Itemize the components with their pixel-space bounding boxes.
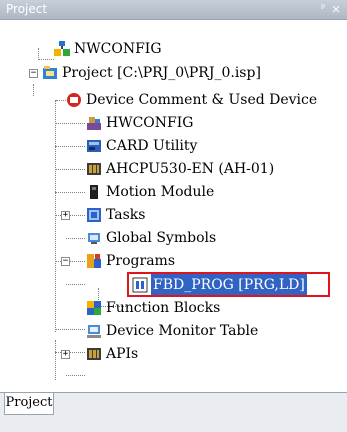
hwconfig-icon	[87, 117, 101, 130]
tree-node-device-monitor[interactable]: Device Monitor Table	[0, 320, 347, 342]
project-tree: NWCONFIG − Project [C:\PRJ_0\PRJ_0.isp] …	[0, 20, 347, 392]
tree-node-cpu[interactable]: AHCPU530-EN (AH-01)	[0, 158, 347, 180]
pin-icon[interactable]: ᵖ	[321, 4, 329, 14]
programs-icon	[87, 254, 101, 268]
tree-node-label: AHCPU530-EN (AH-01)	[106, 161, 275, 177]
card-utility-icon	[87, 140, 101, 152]
device-monitor-icon	[87, 325, 101, 338]
expand-icon[interactable]: +	[61, 211, 70, 220]
tree-node-hwconfig[interactable]: HWCONFIG	[0, 112, 347, 134]
tree-node-tasks[interactable]: + Tasks	[0, 204, 347, 226]
panel-tabbar: Project	[0, 392, 347, 432]
tree-node-label: Function Blocks	[106, 300, 221, 316]
panel-titlebar: Project ᵖ ×	[0, 0, 347, 20]
tree-node-label: Device Comment & Used Device	[86, 92, 318, 108]
apis-icon	[87, 348, 101, 360]
global-symbols-icon	[88, 233, 100, 244]
project-icon	[43, 66, 57, 79]
cpu-icon	[87, 163, 101, 175]
function-blocks-icon	[87, 301, 101, 315]
tree-node-label: HWCONFIG	[106, 115, 194, 131]
tree-node-label: Project [C:\PRJ_0\PRJ_0.isp]	[62, 65, 261, 81]
device-comment-icon	[67, 93, 81, 107]
close-icon[interactable]: ×	[330, 2, 342, 16]
tree-line	[66, 375, 85, 376]
tasks-icon	[87, 208, 101, 222]
expand-icon[interactable]: +	[61, 350, 70, 359]
motion-module-icon	[90, 185, 98, 199]
tree-node-global-symbols[interactable]: Global Symbols	[0, 227, 347, 249]
tree-node-label: NWCONFIG	[74, 41, 162, 57]
tab-project[interactable]: Project	[4, 393, 54, 415]
collapse-icon[interactable]: −	[61, 257, 70, 266]
collapse-icon[interactable]: −	[29, 69, 38, 78]
tree-node-label: Global Symbols	[106, 230, 217, 246]
tree-node-project[interactable]: − Project [C:\PRJ_0\PRJ_0.isp]	[0, 62, 347, 84]
tree-node-label: Programs	[106, 253, 176, 269]
tree-node-apis[interactable]: + APIs	[0, 343, 347, 365]
tree-node-device-comment[interactable]: Device Comment & Used Device	[0, 89, 347, 111]
panel-title: Project	[6, 2, 48, 16]
tree-node-programs[interactable]: − Programs	[0, 250, 347, 272]
tree-node-label: CARD Utility	[106, 138, 198, 154]
tree-node-label: Device Monitor Table	[106, 323, 259, 339]
project-panel: Project ᵖ × NWCONFIG − Project [C:\PRJ_0…	[0, 0, 347, 432]
tree-node-card-utility[interactable]: CARD Utility	[0, 135, 347, 157]
tree-node-function-blocks[interactable]: Function Blocks	[0, 297, 347, 319]
tree-node-label: APIs	[106, 346, 139, 362]
highlight-box	[127, 272, 330, 297]
tree-node-label: Tasks	[106, 207, 146, 223]
tree-node-motion-module[interactable]: Motion Module	[0, 181, 347, 203]
nwconfig-icon	[54, 41, 70, 56]
tree-node-label: Motion Module	[106, 184, 215, 200]
tree-node-nwconfig[interactable]: NWCONFIG	[0, 38, 347, 60]
